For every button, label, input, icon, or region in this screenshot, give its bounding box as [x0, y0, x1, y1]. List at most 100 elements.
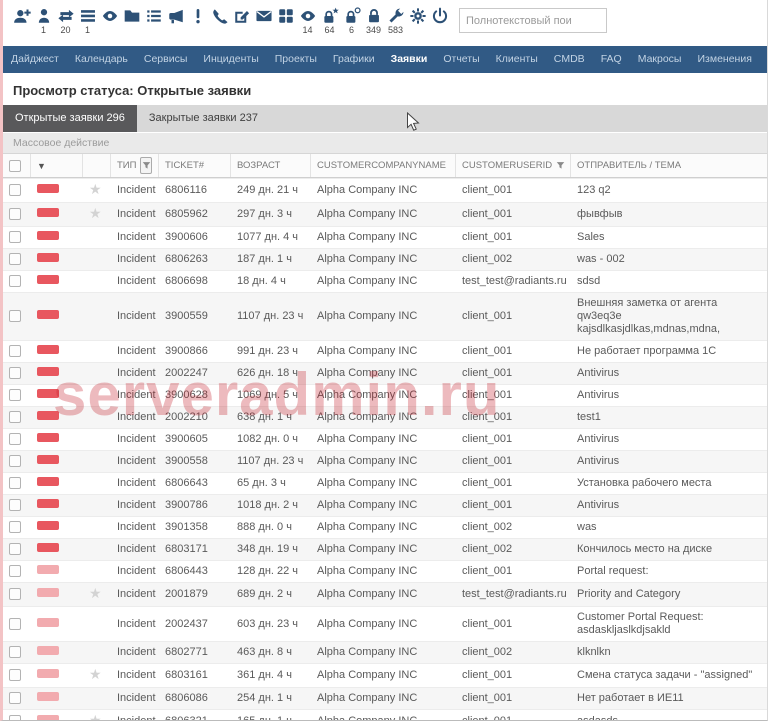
star-icon[interactable]: ★: [89, 585, 102, 601]
table-row[interactable]: Incident39006061077 дн. 4 чAlpha Company…: [3, 226, 767, 248]
table-row[interactable]: Incident39005581107 дн. 23 чAlpha Compan…: [3, 450, 767, 472]
ticket-number: 6806698: [159, 271, 231, 292]
queue-icon[interactable]: 1: [77, 7, 98, 35]
star-icon[interactable]: ★: [89, 666, 102, 682]
nav-item-календарь[interactable]: Календарь: [67, 46, 136, 73]
row-checkbox[interactable]: [9, 455, 21, 467]
megaphone-icon[interactable]: [165, 7, 186, 35]
select-all-checkbox[interactable]: [9, 160, 21, 172]
star-icon[interactable]: ★: [89, 181, 102, 197]
bulk-action-bar[interactable]: Массовое действие: [3, 133, 767, 153]
table-row[interactable]: ★Incident6806321165 дн. 1 чAlpha Company…: [3, 709, 767, 721]
nav-item-отчеты[interactable]: Отчеты: [435, 46, 487, 73]
lock-clock-icon[interactable]: 6: [341, 7, 362, 35]
table-row[interactable]: ★Incident6806116249 дн. 21 чAlpha Compan…: [3, 178, 767, 202]
nav-item-инциденты[interactable]: Инциденты: [195, 46, 266, 73]
customer-company: Alpha Company INC: [311, 517, 456, 538]
row-select-cell: [3, 180, 31, 201]
eye-icon[interactable]: 14: [297, 7, 318, 35]
table-row[interactable]: Incident2002210638 дн. 1 чAlpha Company …: [3, 406, 767, 428]
gear-icon[interactable]: [407, 7, 428, 35]
power-icon[interactable]: [429, 7, 450, 35]
row-checkbox[interactable]: [9, 367, 21, 379]
row-checkbox[interactable]: [9, 275, 21, 287]
row-checkbox[interactable]: [9, 618, 21, 630]
table-row[interactable]: Incident39005591107 дн. 23 чAlpha Compan…: [3, 292, 767, 340]
row-checkbox[interactable]: [9, 692, 21, 704]
filter-icon-type[interactable]: [140, 157, 152, 174]
row-checkbox[interactable]: [9, 715, 21, 721]
list-icon[interactable]: [143, 7, 164, 35]
table-row[interactable]: Incident6802771463 дн. 8 чAlpha Company …: [3, 641, 767, 663]
table-row[interactable]: Incident39006051082 дн. 0 чAlpha Company…: [3, 428, 767, 450]
nav-item-сервисы[interactable]: Сервисы: [136, 46, 196, 73]
row-checkbox[interactable]: [9, 208, 21, 220]
repeat-icon[interactable]: 20: [55, 7, 76, 35]
table-row[interactable]: Incident6803171348 дн. 19 чAlpha Company…: [3, 538, 767, 560]
wrench-icon[interactable]: 583: [385, 7, 406, 35]
ticket-type: Incident: [111, 227, 159, 248]
filter-icon-user[interactable]: [556, 161, 565, 170]
nav-item-графики[interactable]: Графики: [325, 46, 383, 73]
table-row[interactable]: Incident39006281069 дн. 5 чAlpha Company…: [3, 384, 767, 406]
row-checkbox[interactable]: [9, 543, 21, 555]
row-checkbox[interactable]: [9, 669, 21, 681]
row-checkbox[interactable]: [9, 231, 21, 243]
row-checkbox[interactable]: [9, 310, 21, 322]
customer-company: Alpha Company INC: [311, 363, 456, 384]
table-row[interactable]: Incident6806443128 дн. 22 чAlpha Company…: [3, 560, 767, 582]
user-icon[interactable]: 1: [33, 7, 54, 35]
add-user-icon[interactable]: [11, 7, 32, 35]
row-checkbox[interactable]: [9, 588, 21, 600]
tab-open-tickets[interactable]: Открытые заявки 296: [3, 105, 137, 132]
row-checkbox[interactable]: [9, 565, 21, 577]
tab-closed-tickets[interactable]: Закрытые заявки 237: [137, 105, 270, 132]
table-row[interactable]: ★Incident2001879689 дн. 2 чAlpha Company…: [3, 582, 767, 606]
priority-badge: [37, 253, 59, 262]
row-checkbox[interactable]: [9, 521, 21, 533]
folder-icon[interactable]: [121, 7, 142, 35]
row-checkbox[interactable]: [9, 411, 21, 423]
star-icon[interactable]: ★: [89, 205, 102, 221]
table-row[interactable]: Incident2002247626 дн. 18 чAlpha Company…: [3, 362, 767, 384]
nav-item-заявки[interactable]: Заявки: [383, 46, 436, 73]
table-row[interactable]: ★Incident6805962297 дн. 3 чAlpha Company…: [3, 202, 767, 226]
row-checkbox[interactable]: [9, 646, 21, 658]
row-checkbox[interactable]: [9, 345, 21, 357]
nav-item-дайджест[interactable]: Дайджест: [3, 46, 67, 73]
star-icon[interactable]: ★: [89, 712, 102, 721]
envelope-icon[interactable]: [253, 7, 274, 35]
eye-icon[interactable]: [99, 7, 120, 35]
row-checkbox[interactable]: [9, 253, 21, 265]
nav-item-клиенты[interactable]: Клиенты: [488, 46, 546, 73]
grid-icon[interactable]: [275, 7, 296, 35]
table-row[interactable]: Incident6806086254 дн. 1 чAlpha Company …: [3, 687, 767, 709]
row-checkbox[interactable]: [9, 499, 21, 511]
phone-icon[interactable]: [209, 7, 230, 35]
lock-star-icon[interactable]: 64: [319, 7, 340, 35]
table-row[interactable]: Incident680664365 дн. 3 чAlpha Company I…: [3, 472, 767, 494]
ticket-age: 1082 дн. 0 ч: [231, 429, 311, 450]
table-row[interactable]: Incident6806263187 дн. 1 чAlpha Company …: [3, 248, 767, 270]
table-row[interactable]: ★Incident6803161361 дн. 4 чAlpha Company…: [3, 663, 767, 687]
table-row[interactable]: Incident680669818 дн. 4 чAlpha Company I…: [3, 270, 767, 292]
row-checkbox[interactable]: [9, 184, 21, 196]
table-row[interactable]: Incident2002437603 дн. 23 чAlpha Company…: [3, 606, 767, 641]
row-checkbox[interactable]: [9, 433, 21, 445]
row-checkbox[interactable]: [9, 389, 21, 401]
table-row[interactable]: Incident3900866991 дн. 23 чAlpha Company…: [3, 340, 767, 362]
fulltext-search-input[interactable]: [459, 8, 607, 33]
compose-icon[interactable]: [231, 7, 252, 35]
nav-item-faq[interactable]: FAQ: [593, 46, 630, 73]
exclamation-icon[interactable]: [187, 7, 208, 35]
sort-desc-icon[interactable]: ▼: [37, 161, 46, 171]
nav-item-макросы[interactable]: Макросы: [630, 46, 690, 73]
row-checkbox[interactable]: [9, 477, 21, 489]
nav-item-изменения[interactable]: Изменения: [689, 46, 759, 73]
table-row[interactable]: Incident39007861018 дн. 2 чAlpha Company…: [3, 494, 767, 516]
ticket-subject: was: [571, 517, 767, 538]
nav-item-проекты[interactable]: Проекты: [267, 46, 325, 73]
lock-icon[interactable]: 349: [363, 7, 384, 35]
table-row[interactable]: Incident3901358888 дн. 0 чAlpha Company …: [3, 516, 767, 538]
nav-item-cmdb[interactable]: CMDB: [546, 46, 593, 73]
